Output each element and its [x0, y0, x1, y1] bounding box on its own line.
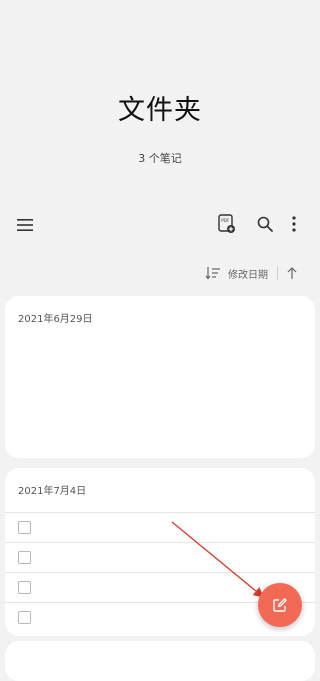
- compose-note-button[interactable]: [258, 583, 302, 627]
- note-count: 3 个笔记: [138, 152, 182, 165]
- checkbox[interactable]: [18, 611, 31, 624]
- note-card[interactable]: 2021年6月29日: [5, 296, 315, 458]
- checkbox[interactable]: [18, 551, 31, 564]
- hamburger-menu-icon: [17, 219, 33, 231]
- search-icon: [257, 216, 273, 232]
- note-card[interactable]: [5, 641, 315, 681]
- more-vertical-icon: [292, 216, 296, 232]
- pdf-export-icon: PDF: [218, 214, 235, 233]
- checkbox[interactable]: [18, 521, 31, 534]
- svg-text:PDF: PDF: [221, 218, 230, 223]
- sort-label[interactable]: 修改日期: [228, 266, 268, 281]
- more-options-button[interactable]: [282, 211, 306, 237]
- checklist-item: [5, 542, 315, 572]
- checklist-item: [5, 512, 315, 542]
- pdf-export-button[interactable]: PDF: [214, 210, 240, 238]
- note-date: 2021年6月29日: [18, 314, 93, 325]
- page-title: 文件夹: [118, 95, 202, 126]
- search-button[interactable]: [252, 211, 278, 237]
- sort-divider: [277, 266, 278, 280]
- compose-note-icon: [273, 598, 287, 612]
- menu-button[interactable]: [12, 212, 38, 238]
- arrow-up-icon[interactable]: [286, 266, 298, 280]
- sort-bar: 修改日期: [204, 262, 298, 284]
- sort-icon[interactable]: [204, 264, 222, 282]
- checkbox[interactable]: [18, 581, 31, 594]
- note-date: 2021年7月4日: [18, 486, 87, 497]
